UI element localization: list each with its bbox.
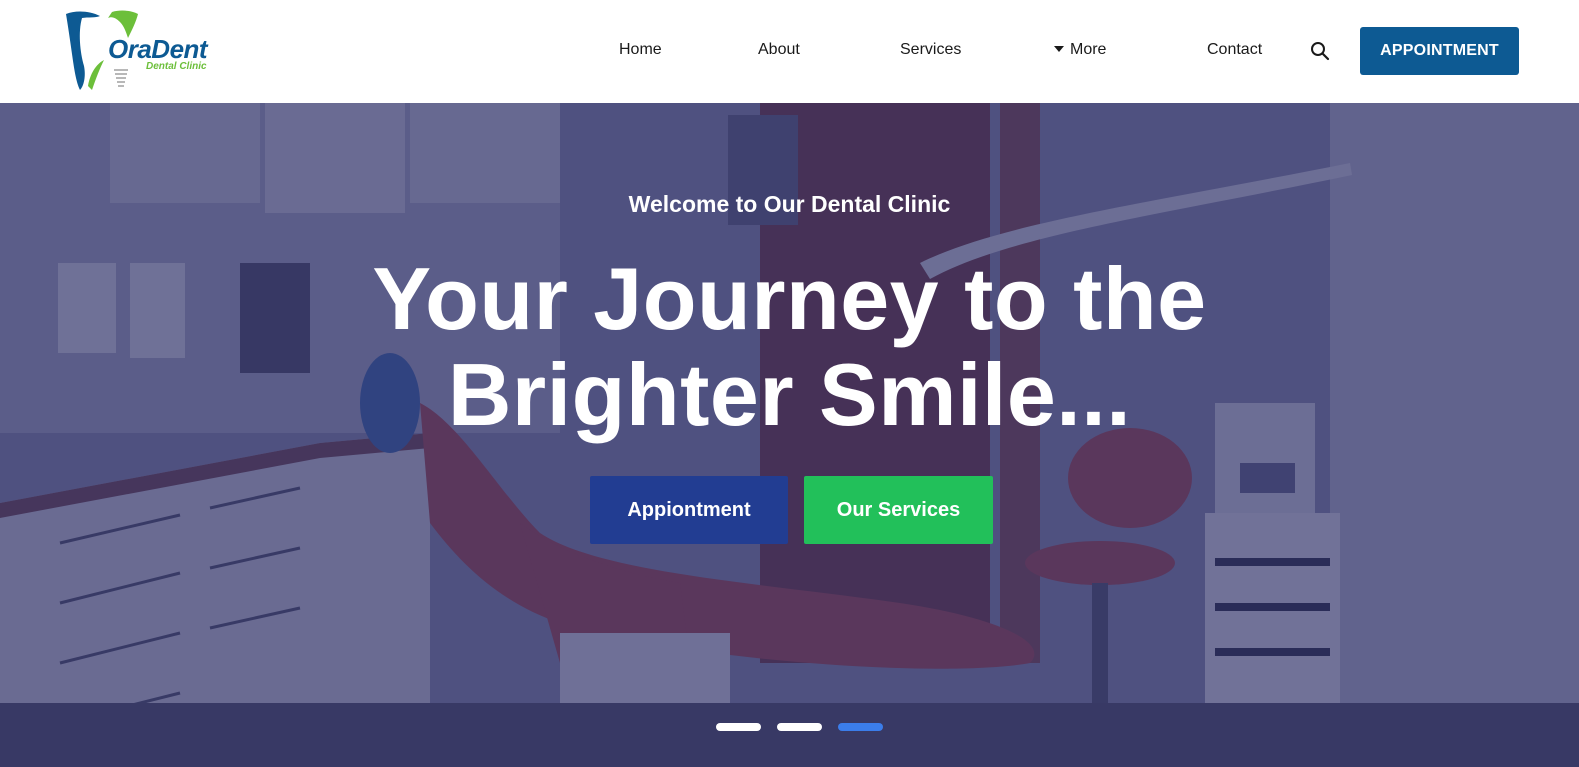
hero-slider: Welcome to Our Dental Clinic Your Journe…: [0, 103, 1579, 767]
nav-more[interactable]: More: [1054, 41, 1106, 59]
nav-services[interactable]: Services: [900, 41, 961, 59]
slider-dot-1[interactable]: [716, 723, 761, 731]
slider-dot-2[interactable]: [777, 723, 822, 731]
nav-home[interactable]: Home: [619, 41, 662, 59]
nav-about[interactable]: About: [758, 41, 800, 59]
hero-eyebrow: Welcome to Our Dental Clinic: [628, 191, 951, 217]
hero-title-line-2: Brighter Smile...: [447, 345, 1132, 444]
brand-tagline: Dental Clinic: [146, 61, 207, 72]
site-header: OraDent Dental Clinic Home About Service…: [0, 0, 1579, 103]
caret-down-icon: [1054, 46, 1064, 52]
search-icon[interactable]: [1310, 41, 1330, 61]
hero-title-line-1: Your Journey to the: [372, 249, 1207, 348]
brand-logo[interactable]: OraDent Dental Clinic: [62, 8, 222, 94]
hero-appointment-button[interactable]: Appiontment: [590, 476, 788, 544]
slider-dot-3[interactable]: [838, 723, 883, 731]
nav-contact[interactable]: Contact: [1207, 41, 1262, 59]
hero-title: Your Journey to the Brighter Smile...: [0, 251, 1579, 443]
nav-more-label: More: [1070, 41, 1107, 58]
appointment-button[interactable]: APPOINTMENT: [1360, 27, 1519, 75]
slider-dots: [0, 723, 1579, 733]
hero-services-button[interactable]: Our Services: [804, 476, 993, 544]
